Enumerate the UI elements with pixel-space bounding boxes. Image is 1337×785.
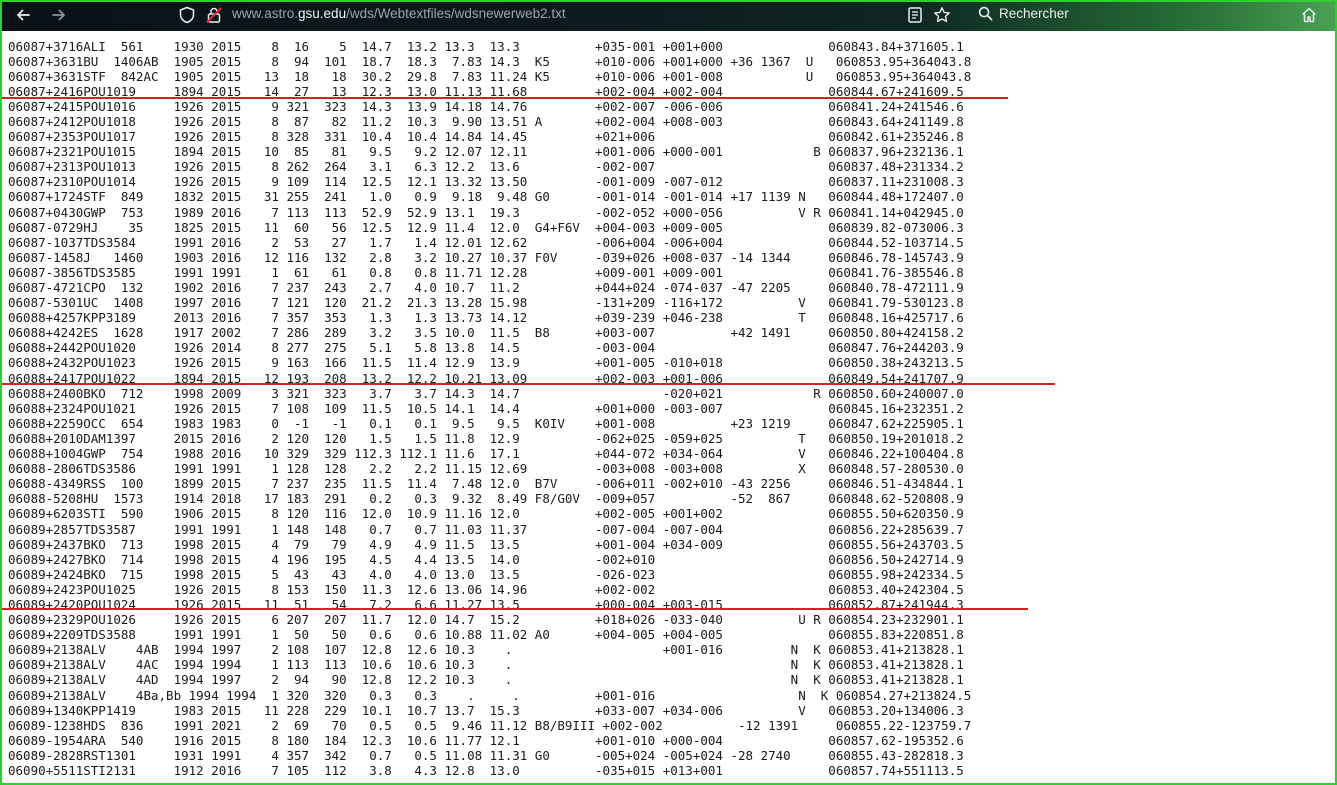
text-line: 06090+5511STI2131 1912 2016 7 105 112 3.…: [8, 763, 964, 778]
home-button[interactable]: [1296, 3, 1322, 27]
text-line: 06088+4242ES 1628 1917 2002 7 286 289 3.…: [8, 325, 964, 341]
search-placeholder: Rechercher: [999, 6, 1069, 21]
text-line: 06087+1724STF 849 1832 2015 31 255 241 1…: [8, 189, 964, 205]
text-line: 06088+2432POU1023 1926 2015 9 163 166 11…: [8, 355, 964, 371]
text-line: 06088-5208HU 1573 1914 2018 17 183 291 0…: [8, 491, 964, 507]
text-line: 06087-5301UC 1408 1997 2016 7 121 120 21…: [8, 295, 964, 311]
text-line: 06089+2138ALV 4AD 1994 1997 2 94 90 12.8…: [8, 672, 964, 688]
text-line: 06089+1340KPP1419 1983 2015 11 228 229 1…: [8, 702, 964, 718]
url-prefix: www.astro.: [232, 6, 299, 21]
address-bar[interactable]: www.astro.gsu.edu/wds/Webtextfiles/wdsne…: [232, 6, 566, 21]
text-line: 06089+2138ALV 4AB 1994 1997 2 108 107 12…: [8, 642, 964, 658]
text-line: 06087-4721CPO 132 1902 2016 7 237 243 2.…: [8, 280, 964, 295]
text-line: 06089+2437BKO 713 1998 2015 4 79 79 4.9 …: [8, 536, 964, 552]
browser-toolbar: www.astro.gsu.edu/wds/Webtextfiles/wdsne…: [0, 0, 1337, 31]
url-path: /wds/Webtextfiles/wdsnewerweb2.txt: [346, 6, 566, 21]
separator-line: [2, 608, 1028, 610]
text-line: 06087+2412POU1018 1926 2015 8 87 82 11.2…: [8, 113, 964, 129]
lock-icon: [206, 7, 222, 24]
text-line: 06089-1238HDS 836 1991 2021 2 69 70 0.5 …: [8, 717, 972, 733]
text-line: 06087+3631BU 1406AB 1905 2015 8 94 101 1…: [8, 53, 972, 69]
text-line: 06088+2442POU1020 1926 2014 8 277 275 5.…: [8, 340, 964, 356]
reader-view-icon: [908, 7, 922, 23]
text-line: 06087+2321POU1015 1894 2015 10 85 81 9.5…: [8, 144, 964, 160]
back-arrow-icon: [17, 9, 30, 21]
text-line: 06088-4349RSS 100 1899 2015 7 237 235 11…: [8, 476, 964, 492]
separator-line: [2, 97, 1008, 99]
text-line: 06089+2329POU1026 1926 2015 6 207 207 11…: [8, 612, 964, 628]
text-line: 06088+4257KPP3189 2013 2016 7 357 353 1.…: [8, 310, 964, 326]
text-line: 06088+2400BKO 712 1998 2009 3 321 323 3.…: [8, 385, 964, 401]
text-line: 06087-3856TDS3585 1991 1991 1 61 61 0.8 …: [8, 264, 964, 280]
text-line: 06088+2010DAM1397 2015 2016 2 120 120 1.…: [8, 430, 964, 446]
text-line: 06087+2310POU1014 1926 2015 9 109 114 12…: [8, 174, 964, 190]
text-line: 06089+2423POU1025 1926 2015 8 153 150 11…: [8, 581, 964, 597]
tracking-protection-button[interactable]: [178, 6, 196, 24]
search-icon: [978, 6, 993, 21]
text-line: 06088+2259OCC 654 1983 1983 0 -1 -1 0.1 …: [8, 415, 964, 431]
text-line: 06087+3631STF 842AC 1905 2015 13 18 18 3…: [8, 68, 972, 84]
text-line: 06088+2324POU1021 1926 2015 7 108 109 11…: [8, 400, 964, 416]
text-line: 06089-2828RST1301 1931 1991 4 357 342 0.…: [8, 747, 964, 763]
forward-button[interactable]: [46, 3, 72, 27]
text-document: 06087+3716ALI 561 1930 2015 8 16 5 14.7 …: [0, 31, 1337, 783]
text-line: 06089+2427BKO 714 1998 2015 4 196 195 4.…: [8, 551, 964, 567]
text-line: 06087+2313POU1013 1926 2015 8 262 264 3.…: [8, 159, 964, 175]
text-line: 06088+1004GWP 754 1988 2016 10 329 329 1…: [8, 446, 964, 462]
site-info-button[interactable]: [205, 6, 223, 24]
text-line: 06089+2209TDS3588 1991 1991 1 50 50 0.6 …: [8, 627, 964, 643]
separator-line: [2, 383, 1055, 385]
text-line: 06089+2424BKO 715 1998 2015 5 43 43 4.0 …: [8, 566, 964, 582]
text-line: 06089+2138ALV 4AC 1994 1994 1 113 113 10…: [8, 657, 964, 673]
shield-icon: [179, 6, 195, 24]
search-box[interactable]: Rechercher: [978, 6, 1069, 21]
text-line: 06088-2806TDS3586 1991 1991 1 128 128 2.…: [8, 461, 964, 477]
bookmark-star-icon: [934, 7, 950, 23]
text-line: 06087+0430GWP 753 1989 2016 7 113 113 52…: [8, 204, 964, 220]
home-icon: [1301, 7, 1317, 23]
text-line: 06087+2415POU1016 1926 2015 9 321 323 14…: [8, 98, 964, 114]
text-line: 06087-0729HJ 35 1825 2015 11 60 56 12.5 …: [8, 219, 964, 235]
bookmark-button[interactable]: [933, 6, 951, 24]
catalog-text: 06087+3716ALI 561 1930 2015 8 16 5 14.7 …: [8, 39, 971, 779]
text-line: 06087-1037TDS3584 1991 2016 2 53 27 1.7 …: [8, 234, 964, 250]
text-line: 06087+3716ALI 561 1930 2015 8 16 5 14.7 …: [8, 38, 964, 54]
text-line: 06089+2857TDS3587 1991 1991 1 148 148 0.…: [8, 521, 964, 537]
text-line: 06087+2353POU1017 1926 2015 8 328 331 10…: [8, 129, 964, 145]
reader-view-button[interactable]: [906, 6, 924, 24]
forward-arrow-icon: [52, 9, 65, 21]
text-line: 06089+2138ALV 4Ba,Bb 1994 1994 1 320 320…: [8, 687, 972, 703]
text-line: 06089-1954ARA 540 1916 2015 8 180 184 12…: [8, 732, 964, 748]
text-line: 06087-1458J 1460 1903 2016 12 116 132 2.…: [8, 249, 964, 265]
url-host: gsu.edu: [298, 6, 347, 21]
text-line: 06089+6203STI 590 1906 2015 8 120 116 12…: [8, 506, 964, 522]
back-button[interactable]: [10, 3, 36, 27]
